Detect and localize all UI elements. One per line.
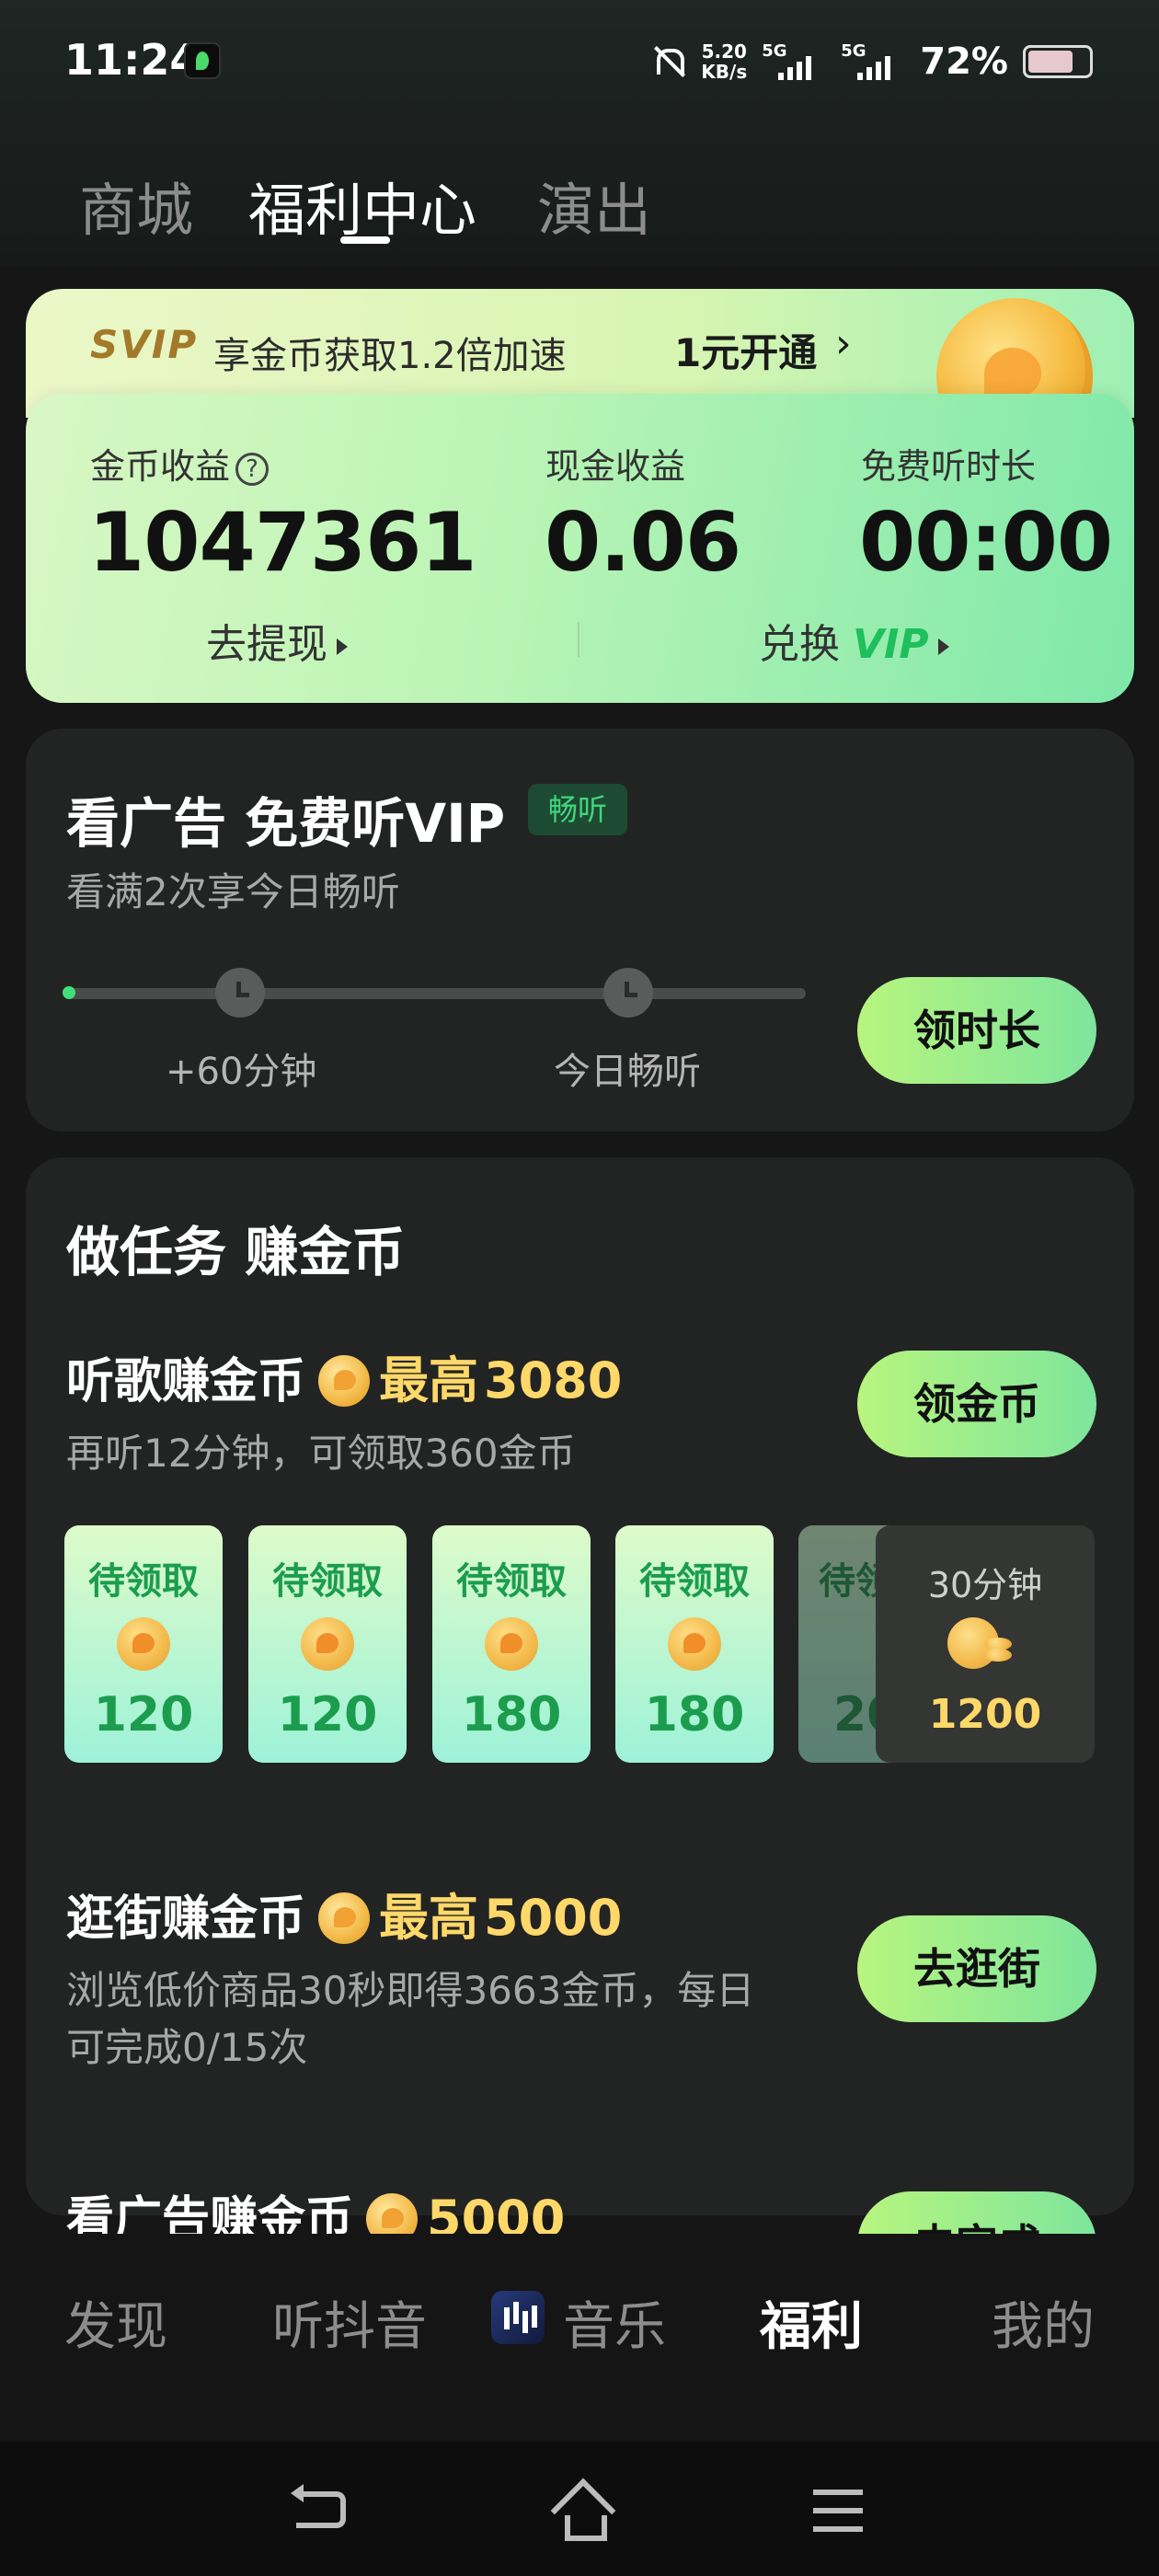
network-speed: 5.20 KB/s [701,40,748,83]
cash-earnings-value: 0.06 [545,495,741,590]
claim-coins-button[interactable]: 领金币 [857,1351,1096,1457]
battery-icon [1023,45,1093,78]
triangle-right-icon [337,638,348,655]
milestone-label: 今日畅听 [554,1051,701,1093]
triangle-right-icon [937,638,949,655]
ad-vip-title: 看广告 免费听VIP [66,792,506,855]
earnings-card: SVIP 享金币获取1.2倍加速 1元开通 › 金币收益? 1047361 现金… [26,289,1134,703]
svip-logo: SVIP [90,322,199,367]
coin-icon [318,1892,371,1944]
ad-vip-subtitle: 看满2次享今日畅听 [66,869,400,914]
divider [578,622,580,657]
svip-description: 享金币获取1.2倍加速 [213,335,567,377]
signal-icon: 5G [762,41,826,80]
ad-progress-track [66,988,806,999]
reward-tile[interactable]: 待领取 180 [615,1525,774,1763]
coin-icon [117,1617,170,1671]
nav-mine[interactable]: 我的 [992,2285,1095,2360]
tab-performance[interactable]: 演出 [537,164,651,247]
active-tab-indicator [340,236,390,244]
battery-percent: 72% [920,40,1008,83]
status-time: 11:24 [64,35,200,85]
tab-welfare-center[interactable]: 福利中心 [248,164,476,247]
bonus-reward-tile[interactable]: 30分钟 1200 [876,1525,1095,1763]
music-app-notification-icon [184,42,221,79]
cash-earnings-label: 现金收益 [545,446,686,487]
reward-tile[interactable]: 待领取 120 [248,1525,407,1763]
shop-task-desc-line1: 浏览低价商品30秒即得3663金币，每日 [66,1968,755,2013]
menu-icon[interactable] [813,2490,863,2532]
coin-icon [485,1617,538,1671]
coin-earnings-value: 1047361 [88,495,477,590]
coin-icon [318,1355,371,1407]
free-time-value: 00:00 [859,495,1113,590]
exchange-vip-link[interactable]: 兑换 VIP [759,611,949,670]
nav-music[interactable]: 音乐 [563,2285,666,2360]
help-icon[interactable]: ? [235,452,270,486]
coin-icon [668,1617,721,1671]
tab-mall[interactable]: 商城 [79,164,193,247]
nav-listen-douyin[interactable]: 听抖音 [272,2285,427,2360]
clock-icon [215,968,265,1018]
earnings-panel: 金币收益? 1047361 现金收益 0.06 免费听时长 00:00 去提现 … [26,394,1134,703]
clock-icon [603,968,653,1018]
reward-tile[interactable]: 待领取 180 [432,1525,591,1763]
unlimited-listen-badge: 畅听 [528,784,627,835]
svip-open-button[interactable]: 1元开通 [674,322,817,378]
go-shopping-button[interactable]: 去逛街 [857,1915,1096,2022]
music-icon[interactable] [491,2291,545,2344]
listen-task-title: 听歌赚金币 最高 3080 [66,1351,623,1409]
withdraw-link[interactable]: 去提现 [206,611,348,670]
chevron-right-icon: › [835,320,852,367]
shop-task-title: 逛街赚金币 最高 5000 [66,1889,623,1947]
free-time-label: 免费听时长 [861,446,1037,487]
tasks-title: 做任务 赚金币 [66,1221,406,1283]
milestone-label: +60分钟 [166,1051,317,1093]
status-icons: 5.20 KB/s 5G 5G 72% [649,39,1093,85]
shop-task-desc-line2: 可完成0/15次 [66,2025,308,2070]
signal-icon: 5G [841,41,905,80]
reward-tile[interactable]: 待领取 120 [64,1525,223,1763]
coin-stack-icon [947,1617,1021,1676]
nav-discover[interactable]: 发现 [64,2285,167,2360]
back-icon[interactable] [291,2484,346,2528]
coin-icon [301,1617,354,1671]
home-icon[interactable] [552,2482,609,2541]
mute-bell-icon [649,43,686,80]
coin-earnings-label: 金币收益? [90,438,270,489]
nav-welfare[interactable]: 福利 [760,2285,863,2360]
ad-progress-start-dot [63,986,75,999]
claim-time-button[interactable]: 领时长 [857,977,1096,1084]
listen-task-desc: 再听12分钟，可领取360金币 [66,1431,576,1476]
